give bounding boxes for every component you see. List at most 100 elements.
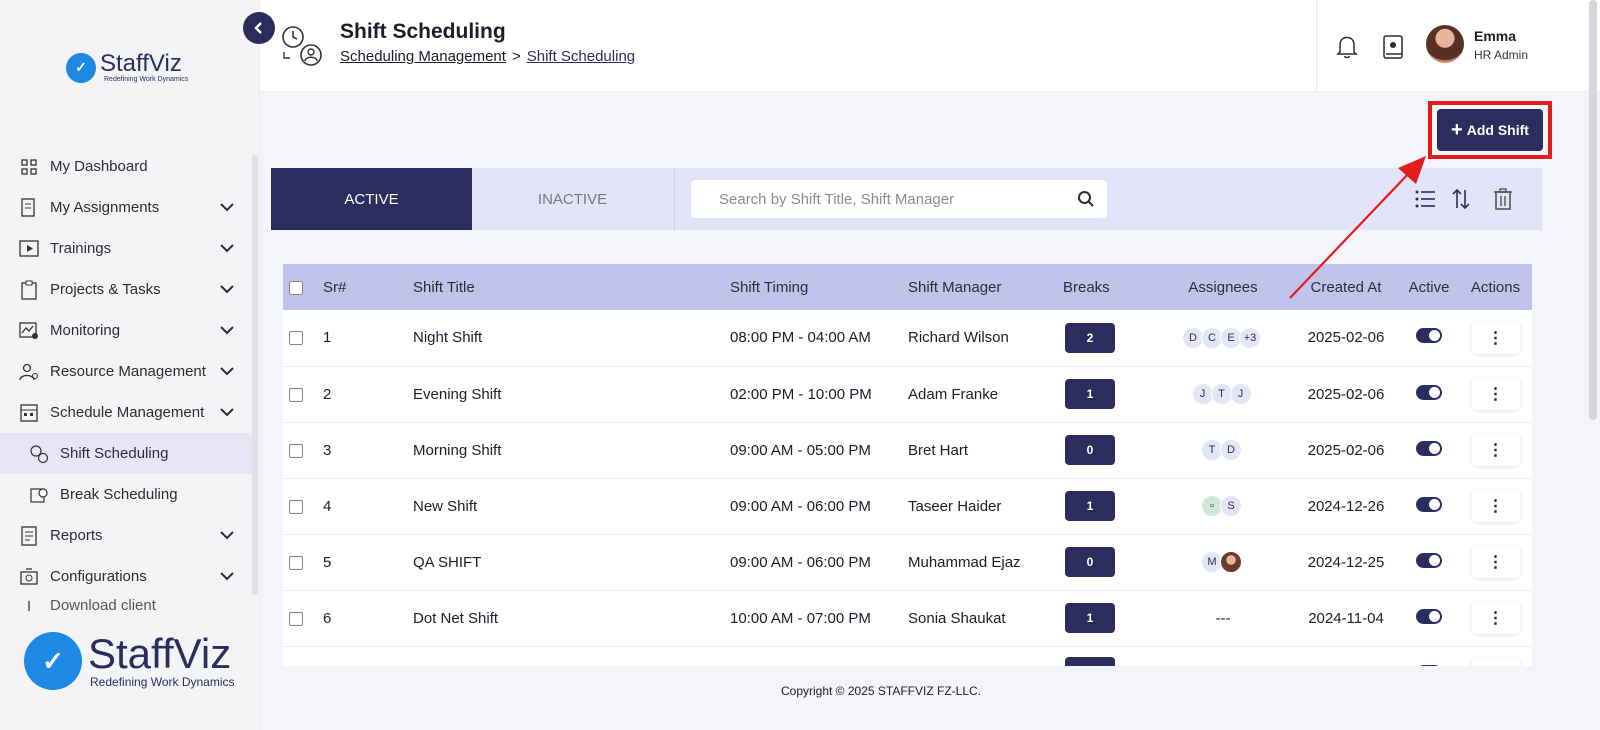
column-header-created[interactable]: Created At: [1293, 264, 1399, 310]
trash-icon[interactable]: [1491, 187, 1515, 211]
row-checkbox[interactable]: [289, 443, 303, 458]
active-toggle[interactable]: [1416, 440, 1442, 456]
row-actions-button[interactable]: ⋮: [1471, 546, 1520, 578]
active-toggle[interactable]: [1416, 496, 1442, 512]
tab-active[interactable]: ACTIVE: [271, 168, 472, 230]
sidebar-item-trainings[interactable]: Trainings: [0, 228, 252, 269]
row-shift-timing: 09:00 AM - 05:00 PM: [730, 441, 871, 459]
sidebar-item-download-client[interactable]: Download client: [0, 597, 252, 615]
add-shift-button[interactable]: + Add Shift: [1437, 109, 1543, 151]
breaks-count-badge[interactable]: 1: [1065, 491, 1115, 521]
row-shift-title: Morning Shift: [413, 441, 502, 459]
row-checkbox[interactable]: [289, 499, 303, 514]
sidebar-item-configurations[interactable]: Configurations: [0, 556, 252, 597]
reports-icon: [18, 525, 40, 547]
monitoring-icon: [18, 320, 40, 342]
row-shift-manager: Richard Wilson: [908, 329, 1009, 347]
row-checkbox[interactable]: [289, 387, 303, 402]
table-row[interactable]: 2 Evening Shift 02:00 PM - 10:00 PM Adam Fr…: [283, 366, 1532, 422]
column-header-assignees[interactable]: Assignees: [1153, 264, 1293, 310]
row-checkbox[interactable]: [289, 555, 303, 570]
column-header-timing[interactable]: Shift Timing: [730, 264, 908, 310]
assignments-icon: [18, 197, 40, 219]
row-sr: 5: [323, 553, 332, 571]
header-divider: [1316, 0, 1317, 92]
sidebar-item-shift-scheduling[interactable]: Shift Scheduling: [0, 433, 252, 474]
column-header-manager[interactable]: Shift Manager: [908, 264, 1053, 310]
sidebar-item-break-scheduling[interactable]: Break Scheduling: [0, 474, 252, 515]
download-icon: [18, 597, 40, 615]
row-actions-button[interactable]: ⋮: [1471, 658, 1520, 666]
user-role: HR Admin: [1474, 48, 1529, 62]
sidebar-item-label: Configurations: [50, 568, 147, 585]
breadcrumb-current-link[interactable]: Shift Scheduling: [527, 48, 635, 65]
breaks-count-badge[interactable]: 0: [1065, 435, 1115, 465]
search-input[interactable]: [691, 180, 1051, 218]
avatar[interactable]: [1426, 25, 1464, 63]
row-actions-button[interactable]: ⋮: [1471, 602, 1520, 634]
assignee-chip[interactable]: S: [1220, 495, 1242, 517]
row-actions-button[interactable]: ⋮: [1471, 378, 1520, 410]
active-toggle[interactable]: [1416, 664, 1442, 666]
shift-table: Sr# Shift Title Shift Timing Shift Manag…: [283, 264, 1532, 666]
breaks-count-badge[interactable]: 1: [1065, 379, 1115, 409]
row-actions-button[interactable]: ⋮: [1471, 490, 1520, 522]
column-header-breaks[interactable]: Breaks: [1053, 264, 1153, 310]
sidebar-item-schedule-management[interactable]: Schedule Management: [0, 392, 252, 433]
select-all-checkbox[interactable]: [289, 280, 303, 295]
assignee-photo[interactable]: [1220, 551, 1242, 573]
row-actions-button[interactable]: ⋮: [1471, 321, 1520, 354]
table-row[interactable]: ⋮: [283, 646, 1532, 666]
search-icon[interactable]: [1077, 190, 1095, 208]
table-row[interactable]: 5 QA SHIFT 09:00 AM - 06:00 PM Muhammad Eja…: [283, 534, 1532, 590]
add-shift-label: Add Shift: [1466, 122, 1529, 138]
sidebar-item-monitoring[interactable]: Monitoring: [0, 310, 252, 351]
breadcrumb-parent-link[interactable]: Scheduling Management: [340, 48, 506, 65]
assignee-chip[interactable]: J: [1229, 383, 1252, 405]
assignee-chip[interactable]: +3: [1239, 326, 1261, 349]
table-row[interactable]: 6 Dot Net Shift 10:00 AM - 07:00 PM Sonia S…: [283, 590, 1532, 646]
row-shift-title: New Shift: [413, 497, 478, 515]
tab-inactive[interactable]: INACTIVE: [472, 168, 673, 230]
sidebar-item-resource-management[interactable]: Resource Management: [0, 351, 252, 392]
row-checkbox[interactable]: [289, 611, 303, 626]
breaks-count-badge[interactable]: 2: [1065, 322, 1115, 353]
active-toggle[interactable]: [1416, 328, 1442, 344]
sidebar-item-label: Shift Scheduling: [60, 445, 169, 462]
breaks-count-badge[interactable]: [1065, 657, 1115, 666]
row-shift-timing: 10:00 AM - 07:00 PM: [730, 609, 871, 627]
active-toggle[interactable]: [1416, 384, 1442, 400]
brand-logo[interactable]: ✓ StaffViz Redefining Work Dynamics: [66, 52, 188, 83]
row-checkbox[interactable]: [289, 331, 303, 346]
bell-icon[interactable]: [1334, 34, 1360, 60]
table-row[interactable]: 3 Morning Shift 09:00 AM - 05:00 PM Bret Ha…: [283, 422, 1532, 478]
kebab-icon: ⋮: [1487, 610, 1504, 627]
row-actions-button[interactable]: ⋮: [1471, 434, 1520, 466]
collapse-sidebar-button[interactable]: [243, 12, 275, 44]
sidebar-item-assignments[interactable]: My Assignments: [0, 187, 252, 228]
column-header-sr[interactable]: Sr#: [323, 264, 413, 310]
sidebar-item-projects[interactable]: Projects & Tasks: [0, 269, 252, 310]
chevron-left-icon: [254, 22, 262, 34]
chevron-down-icon: [220, 240, 234, 257]
active-toggle[interactable]: [1416, 552, 1442, 568]
sort-icon[interactable]: [1449, 187, 1473, 211]
breaks-count-badge[interactable]: 1: [1065, 603, 1115, 633]
sidebar-item-reports[interactable]: Reports: [0, 515, 252, 556]
active-toggle[interactable]: [1416, 608, 1442, 624]
assignees-group: M: [1153, 551, 1293, 573]
sidebar-item-dashboard[interactable]: My Dashboard: [0, 146, 252, 187]
page-scrollbar[interactable]: [1589, 0, 1597, 420]
handbook-icon[interactable]: [1380, 34, 1406, 60]
column-list-icon[interactable]: [1413, 187, 1437, 211]
table-row[interactable]: 4 New Shift 09:00 AM - 06:00 PM Taseer Haid…: [283, 478, 1532, 534]
table-row[interactable]: 1 Night Shift 08:00 PM - 04:00 AM Richard W…: [283, 310, 1532, 366]
sidebar-item-label: Trainings: [50, 240, 112, 257]
column-header-title[interactable]: Shift Title: [413, 264, 730, 310]
sidebar-scrollbar[interactable]: [252, 155, 258, 595]
breadcrumb: Scheduling Management > Shift Scheduling: [340, 48, 635, 65]
breaks-count-badge[interactable]: 0: [1065, 547, 1115, 577]
sidebar-item-label: My Assignments: [50, 199, 160, 216]
assignee-chip[interactable]: D: [1220, 439, 1242, 461]
schedule-icon: [18, 402, 40, 424]
